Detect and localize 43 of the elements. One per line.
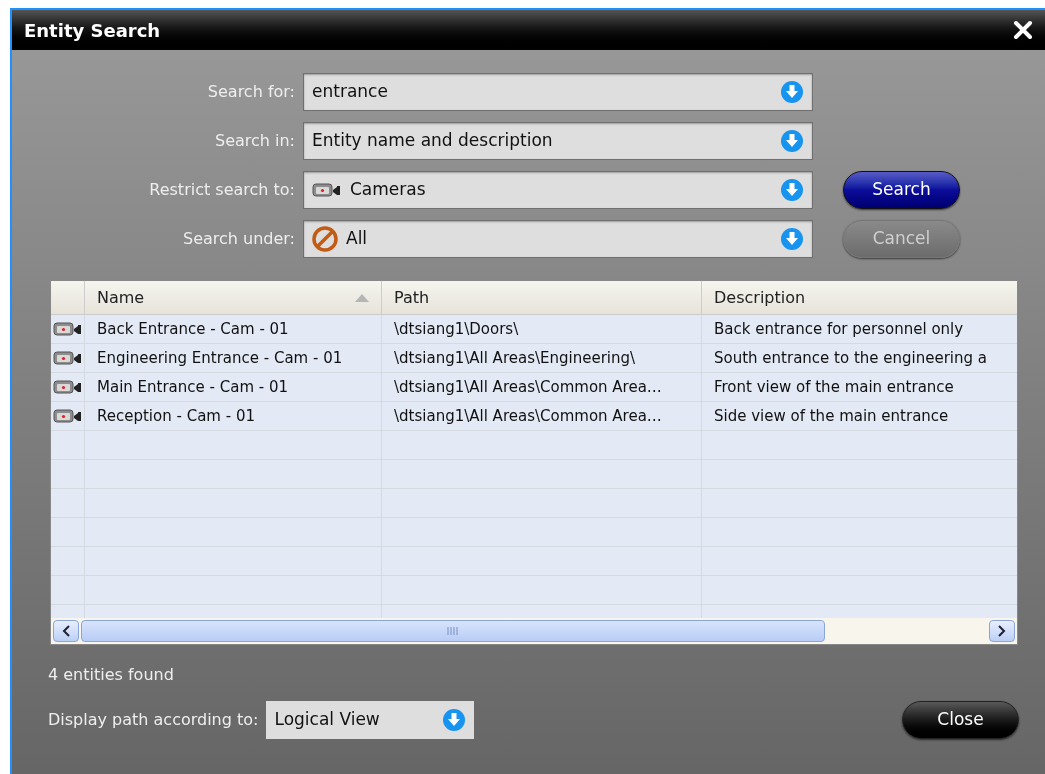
table-row[interactable]: Main Entrance - Cam - 01 \dtsiang1\All Areas\Common Area… Front view of the main entrance bbox=[51, 373, 1017, 402]
table-cell: Back Entrance - Cam - 01 bbox=[84, 315, 381, 343]
table-cell: Reception - Cam - 01 bbox=[84, 402, 381, 430]
table-cell: Front view of the main entrance bbox=[701, 373, 1017, 401]
dropdown-field[interactable]: Entity name and description bbox=[303, 122, 813, 160]
table-cell: \dtsiang1\All Areas\Common Area… bbox=[381, 373, 701, 401]
chevron-right-icon bbox=[998, 625, 1006, 637]
scroll-left-button[interactable] bbox=[53, 620, 79, 642]
window-title: Entity Search bbox=[24, 18, 161, 43]
field-label: Display path according to: bbox=[48, 709, 259, 731]
field-label: Search under: bbox=[181, 228, 295, 250]
table-cell: Back entrance for personnel only bbox=[701, 315, 1017, 343]
column-header[interactable]: Name bbox=[84, 281, 381, 314]
prohibited-icon bbox=[312, 226, 338, 252]
close-button[interactable]: Close bbox=[902, 701, 1019, 739]
column-header[interactable]: Path bbox=[381, 281, 701, 314]
table-cell: \dtsiang1\All Areas\Engineering\ bbox=[381, 344, 701, 372]
table-cell: Engineering Entrance - Cam - 01 bbox=[84, 344, 381, 372]
table-cell: \dtsiang1\All Areas\Common Area… bbox=[381, 402, 701, 430]
field-label: Search in: bbox=[213, 130, 295, 152]
table-cell: Main Entrance - Cam - 01 bbox=[84, 373, 381, 401]
field-label: Search for: bbox=[206, 81, 295, 103]
result-count: 4 entities found bbox=[48, 664, 175, 686]
camera-icon bbox=[312, 182, 342, 198]
action-button[interactable]: Search bbox=[843, 171, 960, 209]
dropdown-field[interactable]: Cameras bbox=[303, 171, 813, 209]
scroll-right-button[interactable] bbox=[989, 620, 1015, 642]
table-cell: South entrance to the engineering a bbox=[701, 344, 1017, 372]
dropdown-field[interactable]: entrance bbox=[303, 73, 813, 111]
grip-icon bbox=[447, 627, 459, 635]
dropdown-field[interactable]: All bbox=[303, 220, 813, 258]
table-cell: Side view of the main entrance bbox=[701, 402, 1017, 430]
chevron-left-icon bbox=[62, 625, 70, 637]
table-cell: \dtsiang1\Doors\ bbox=[381, 315, 701, 343]
table-row[interactable]: Back Entrance - Cam - 01 \dtsiang1\Doors\ Back entrance for personnel only bbox=[51, 315, 1017, 344]
sort-ascending-icon bbox=[355, 293, 369, 302]
scrollbar-thumb[interactable] bbox=[81, 620, 825, 642]
field-label: Restrict search to: bbox=[148, 179, 295, 201]
close-icon[interactable] bbox=[1013, 20, 1033, 40]
table-row[interactable]: Engineering Entrance - Cam - 01 \dtsiang1\All Areas\Engineering\ South entrance to the engineering a bbox=[51, 344, 1017, 373]
dropdown-field[interactable]: Logical View bbox=[266, 701, 475, 739]
column-header[interactable]: Description bbox=[701, 281, 1017, 314]
table-row[interactable]: Reception - Cam - 01 \dtsiang1\All Areas\Common Area… Side view of the main entrance bbox=[51, 402, 1017, 431]
